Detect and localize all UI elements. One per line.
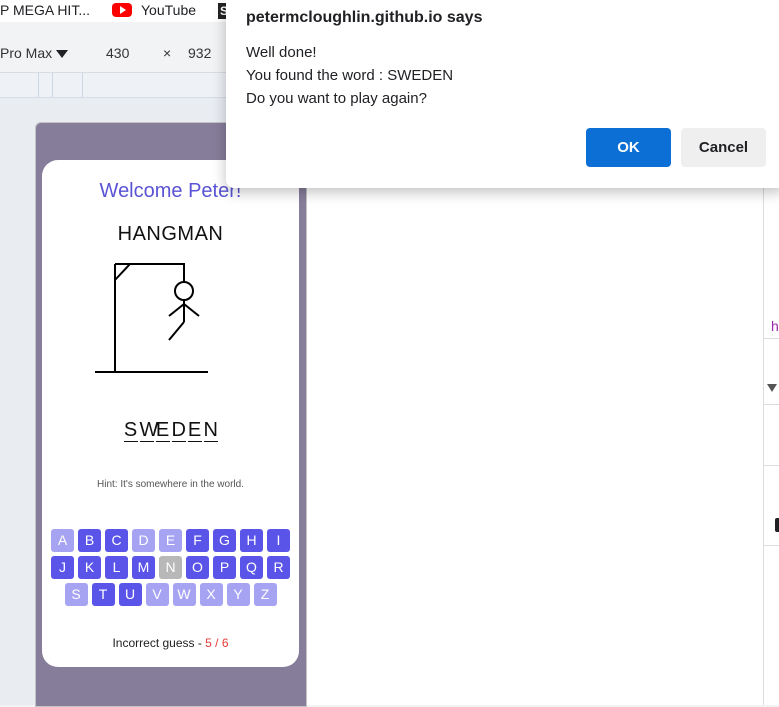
- blank-pane: [305, 188, 764, 705]
- keyboard-row: STUVWXYZ: [42, 583, 299, 606]
- figure-head: [174, 281, 194, 301]
- dimension-times-icon: ×: [163, 45, 172, 61]
- letter-keyboard: ABCDEFGHI JKLMNOPQR STUVWXYZ: [42, 529, 299, 610]
- panel-divider: [763, 338, 779, 339]
- figure-left-leg: [168, 321, 185, 341]
- letter-key-n[interactable]: N: [159, 556, 182, 579]
- hint-text: Hint: It's somewhere in the world.: [97, 479, 244, 490]
- keyboard-row: ABCDEFGHI: [42, 529, 299, 552]
- panel-divider: [763, 465, 779, 466]
- letter-key-u[interactable]: U: [118, 583, 142, 606]
- letter-key-d[interactable]: D: [132, 529, 155, 552]
- word-letter: N: [203, 419, 218, 442]
- dialog-message-line: Well done!: [246, 44, 317, 61]
- letter-key-o[interactable]: O: [186, 556, 209, 579]
- letter-key-v[interactable]: V: [145, 583, 169, 606]
- bookmark-mega-hits[interactable]: P MEGA HIT...: [0, 2, 90, 18]
- bookmark-youtube[interactable]: YouTube: [141, 2, 196, 18]
- hangman-drawing: [95, 263, 208, 373]
- gallows-brace: [114, 263, 131, 281]
- word-letter: W: [139, 419, 159, 442]
- letter-key-a[interactable]: A: [51, 529, 74, 552]
- letter-key-e[interactable]: E: [159, 529, 182, 552]
- dialog-message-line: Do you want to play again?: [246, 90, 427, 107]
- dialog-message-line: You found the word : SWEDEN: [246, 67, 454, 84]
- panel-divider: [763, 545, 779, 546]
- dropdown-caret-icon: [56, 50, 69, 59]
- viewport-width-input[interactable]: 430: [106, 45, 129, 61]
- panel-divider: [763, 404, 779, 405]
- game-card: Welcome Peter! HANGMAN S W E D E N Hint:…: [42, 160, 299, 667]
- incorrect-guess-counter: Incorrect guess - 5 / 6: [42, 636, 299, 650]
- game-title: HANGMAN: [117, 223, 224, 245]
- letter-key-x[interactable]: X: [199, 583, 223, 606]
- devtools-panel-text: h: [771, 318, 779, 334]
- word-letter: E: [155, 419, 170, 442]
- incorrect-count: 5 / 6: [205, 636, 229, 650]
- word-letter: E: [187, 419, 202, 442]
- viewport-height-input[interactable]: 932: [188, 45, 211, 61]
- alert-dialog: petermcloughlin.github.io says Well done…: [226, 0, 779, 188]
- letter-key-g[interactable]: G: [213, 529, 236, 552]
- expand-arrow-icon[interactable]: [767, 384, 777, 392]
- figure-left-arm: [168, 303, 185, 317]
- letter-key-z[interactable]: Z: [253, 583, 277, 606]
- panel-icon[interactable]: [775, 518, 779, 532]
- dialog-title: petermcloughlin.github.io says: [246, 9, 483, 26]
- word-letter: S: [123, 419, 138, 442]
- letter-key-w[interactable]: W: [172, 583, 196, 606]
- letter-key-j[interactable]: J: [51, 556, 74, 579]
- incorrect-label: Incorrect guess -: [112, 636, 206, 650]
- figure-right-arm: [183, 303, 200, 317]
- letter-key-c[interactable]: C: [105, 529, 128, 552]
- word-letter: D: [171, 419, 186, 442]
- letter-key-m[interactable]: M: [132, 556, 155, 579]
- letter-key-y[interactable]: Y: [226, 583, 250, 606]
- cancel-button[interactable]: Cancel: [681, 128, 766, 167]
- letter-key-h[interactable]: H: [240, 529, 263, 552]
- word-display: S W E D E N: [42, 419, 299, 442]
- youtube-icon: [112, 3, 132, 17]
- letter-key-q[interactable]: Q: [240, 556, 263, 579]
- letter-key-f[interactable]: F: [186, 529, 209, 552]
- devtools-side-panel: [763, 188, 779, 705]
- keyboard-row: JKLMNOPQR: [42, 556, 299, 579]
- letter-key-r[interactable]: R: [267, 556, 290, 579]
- ok-button[interactable]: OK: [586, 128, 671, 167]
- letter-key-i[interactable]: I: [267, 529, 290, 552]
- letter-key-k[interactable]: K: [78, 556, 101, 579]
- letter-key-b[interactable]: B: [78, 529, 101, 552]
- letter-key-l[interactable]: L: [105, 556, 128, 579]
- letter-key-t[interactable]: T: [91, 583, 115, 606]
- device-label: Pro Max: [0, 45, 53, 61]
- letter-key-p[interactable]: P: [213, 556, 236, 579]
- device-select[interactable]: Pro Max: [0, 45, 69, 61]
- letter-key-s[interactable]: S: [64, 583, 88, 606]
